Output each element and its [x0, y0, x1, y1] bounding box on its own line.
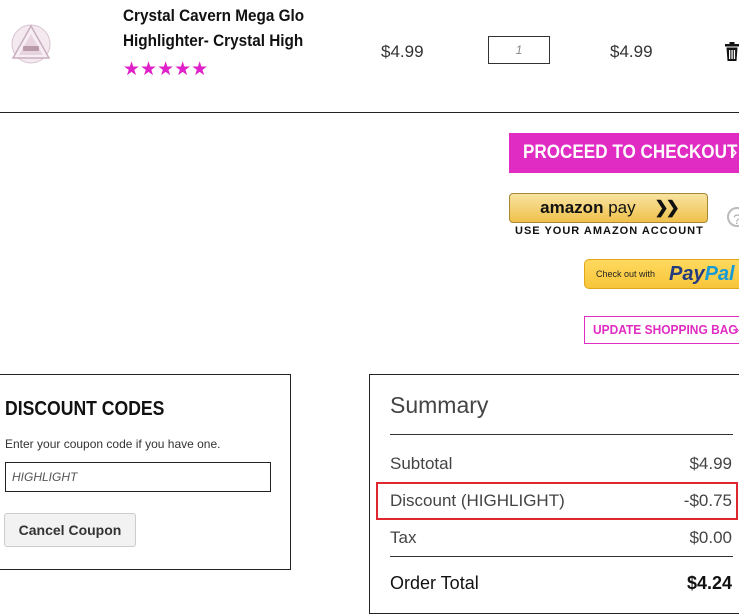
discount-help-text: Enter your coupon code if you have one.	[5, 437, 221, 451]
summary-divider	[390, 434, 733, 435]
coupon-code-input[interactable]	[5, 462, 271, 492]
trash-icon[interactable]	[724, 42, 739, 62]
rating-stars: ★★★★★	[123, 59, 209, 80]
chevron-right-icon: ›	[731, 142, 738, 163]
summary-total-divider	[390, 556, 733, 557]
update-shopping-bag-button[interactable]: UPDATE SHOPPING BAG ›	[584, 316, 739, 344]
chevron-right-icon: ›	[735, 322, 739, 337]
amazon-pay-text: pay	[608, 198, 636, 217]
amazon-brand-text: amazon	[540, 198, 604, 217]
paypal-logo: PayPal	[669, 263, 735, 285]
discount-value: -$0.75	[683, 491, 732, 510]
product-thumbnail[interactable]	[8, 20, 54, 66]
unit-price: $4.99	[381, 42, 424, 61]
cancel-coupon-button[interactable]: Cancel Coupon	[4, 513, 136, 547]
subtotal-label: Subtotal	[390, 454, 453, 473]
discount-label: Discount (HIGHLIGHT)	[390, 491, 565, 510]
product-name[interactable]: Crystal Cavern Mega Glo Highlighter- Cry…	[123, 3, 304, 53]
cart-divider	[0, 112, 739, 113]
discount-codes-title: DISCOUNT CODES	[5, 398, 165, 420]
subtotal-value: $4.99	[689, 454, 732, 473]
summary-title: Summary	[390, 392, 489, 418]
tax-label: Tax	[390, 528, 417, 547]
quantity-input[interactable]	[488, 36, 550, 64]
amazon-pay-caption: USE YOUR AMAZON ACCOUNT	[515, 225, 704, 237]
double-chevron-icon: ❯❯	[654, 198, 679, 217]
update-label: UPDATE SHOPPING BAG	[593, 322, 738, 337]
line-total: $4.99	[610, 42, 653, 61]
order-total-label: Order Total	[390, 573, 479, 593]
tax-value: $0.00	[689, 528, 732, 547]
order-total-value: $4.24	[686, 573, 732, 593]
paypal-prefix: Check out with	[596, 269, 656, 279]
paypal-checkout-button[interactable]: Check out with PayPal	[584, 259, 739, 289]
help-icon[interactable]: ?	[727, 207, 739, 227]
proceed-label: PROCEED TO CHECKOUT	[523, 142, 738, 163]
amazon-pay-button[interactable]: amazon pay ❯❯	[509, 193, 708, 223]
proceed-to-checkout-button[interactable]: PROCEED TO CHECKOUT ›	[509, 133, 739, 173]
